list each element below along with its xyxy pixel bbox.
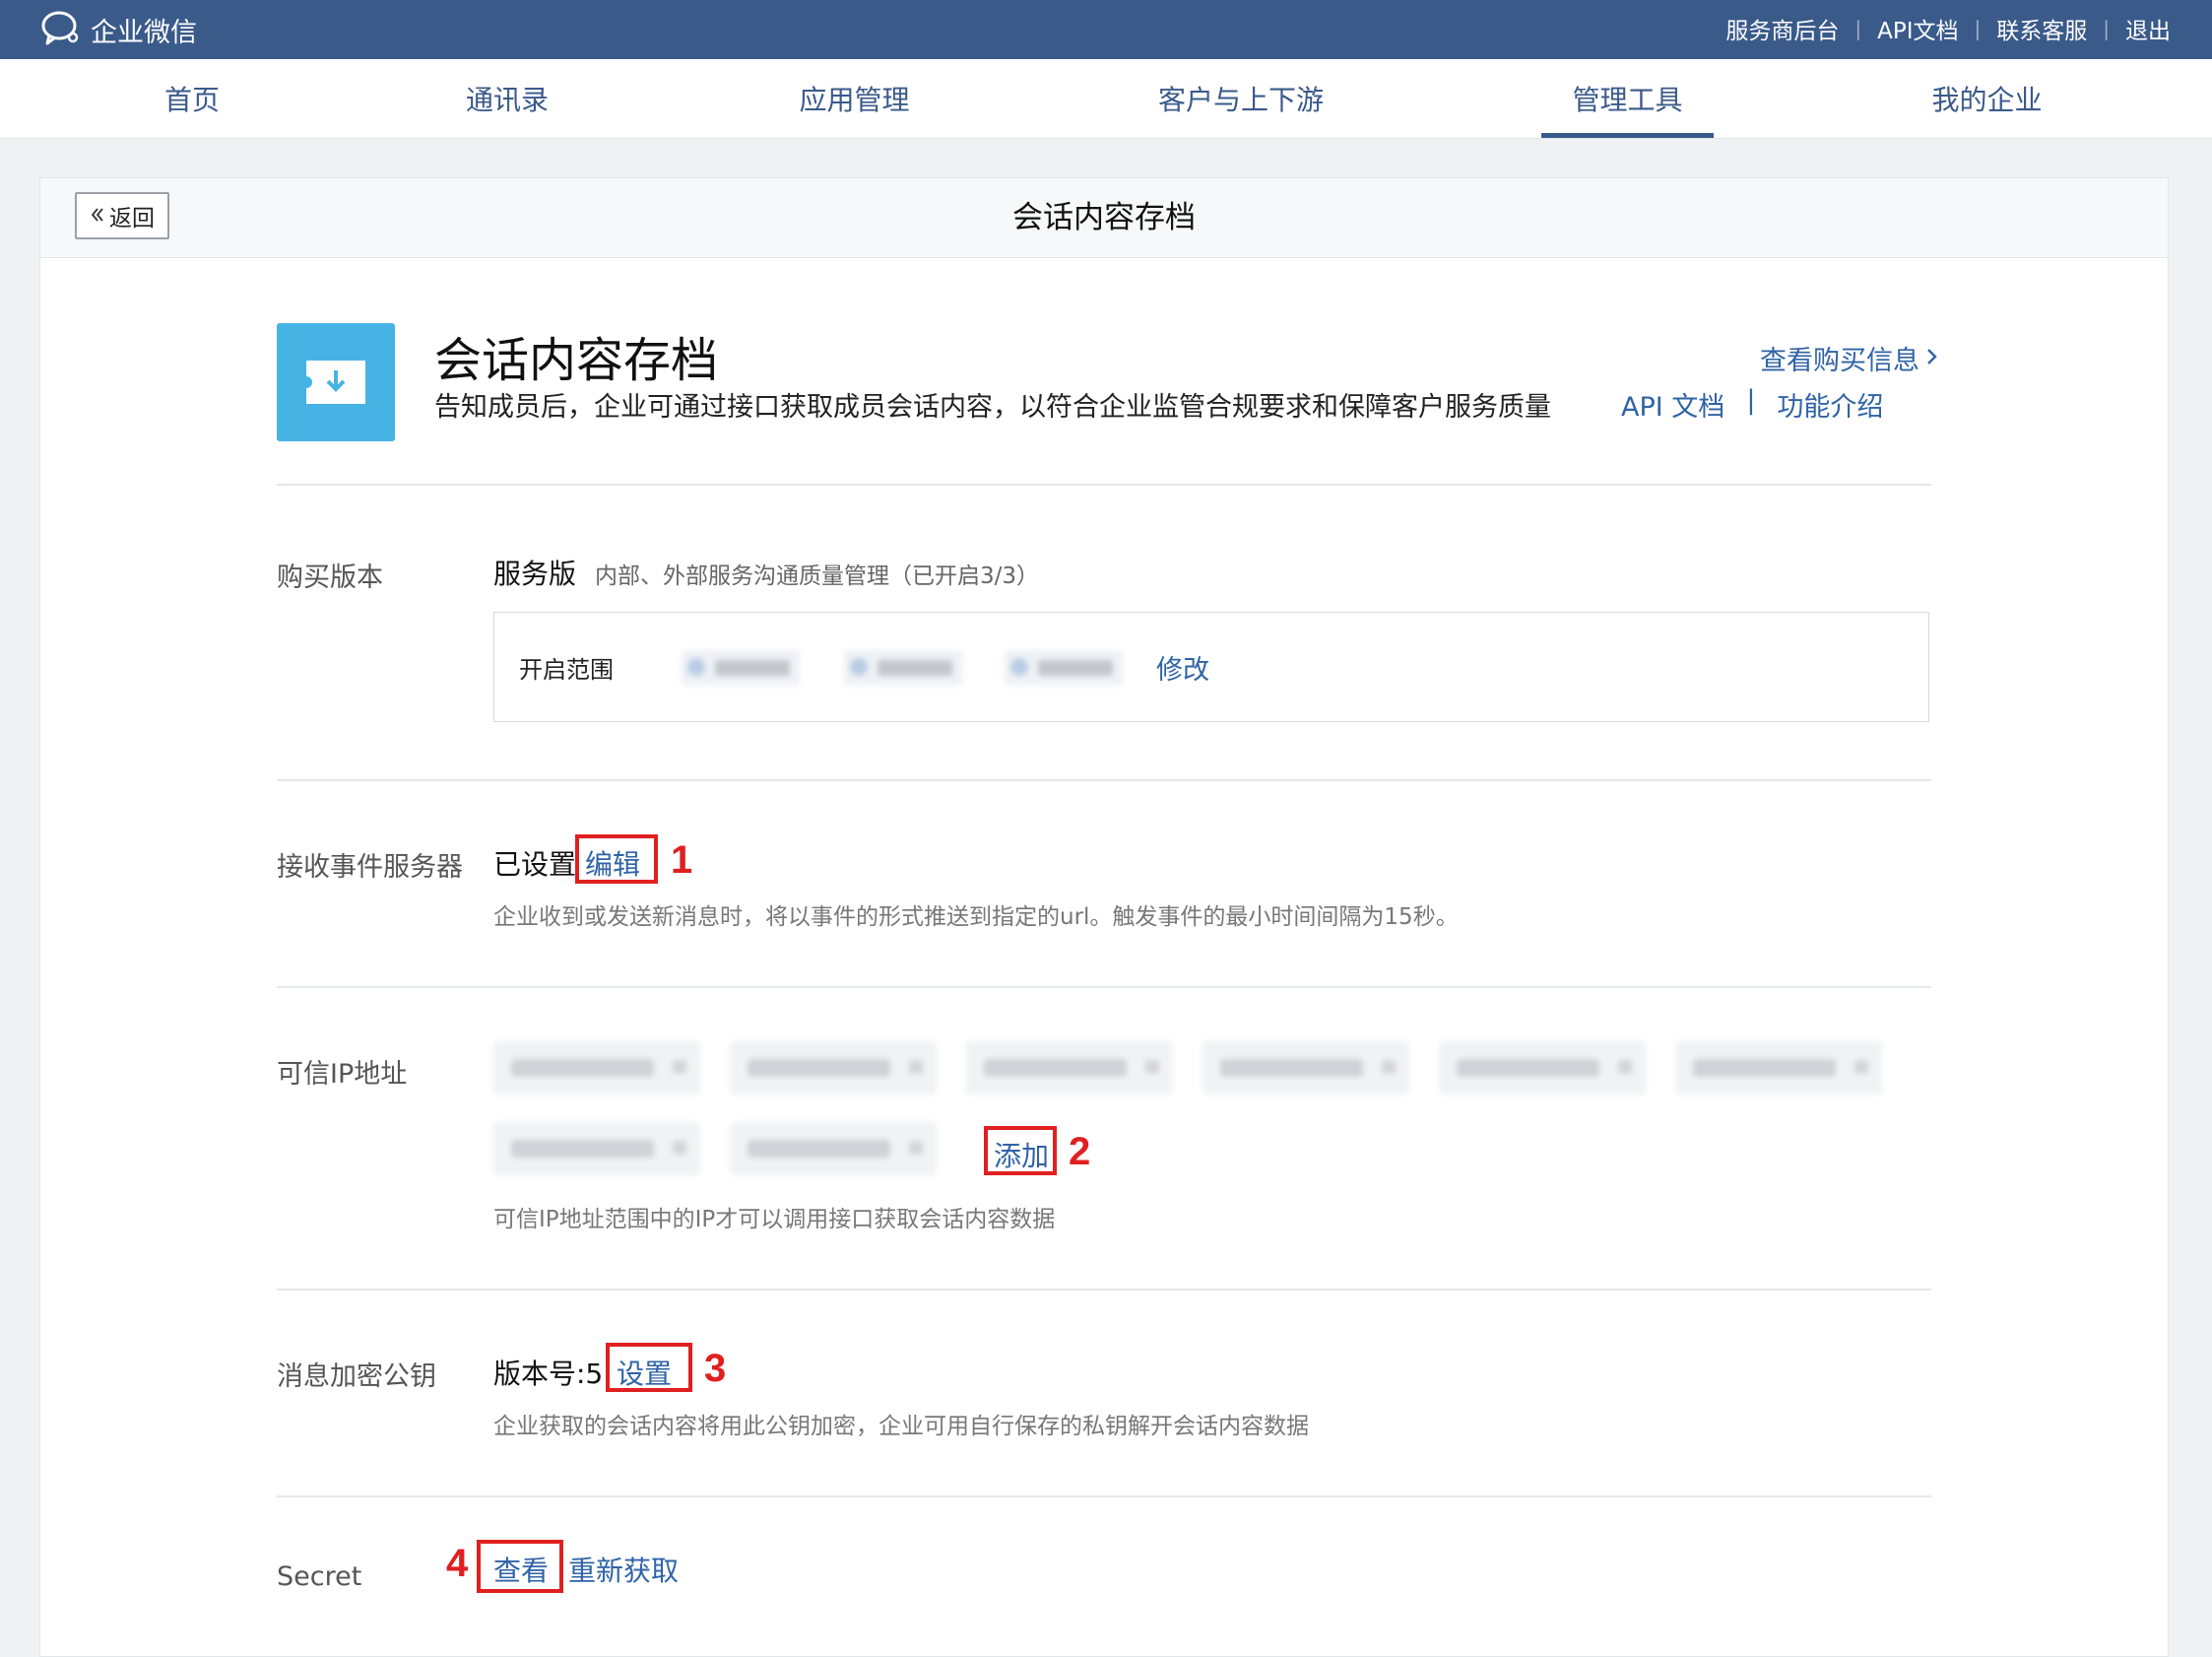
annotation-number: 4 xyxy=(446,1542,469,1585)
content-card: 会话内容存档 返回 会话内容存档 告知成员后，企业可通过接口获取成员会话内容，以… xyxy=(39,177,2169,1657)
provider-console-link[interactable]: 服务商后台 xyxy=(1725,12,1839,45)
brand-name: 企业微信 xyxy=(91,17,197,48)
nav-home[interactable]: 首页 xyxy=(138,59,246,138)
wecom-logo-icon xyxy=(39,8,83,51)
api-doc-link[interactable]: API 文档 xyxy=(1621,385,1724,424)
app-description: 告知成员后，企业可通过接口获取成员会话内容，以符合企业监管合规要求和保障客户服务… xyxy=(434,392,1551,423)
enable-range-label: 开启范围 xyxy=(519,656,614,684)
edition-description: 内部、外部服务沟通质量管理（已开启3/3） xyxy=(595,563,1040,589)
divider xyxy=(277,1289,1931,1291)
pubkey-label: 消息加密公钥 xyxy=(277,1361,436,1392)
top-link-separator: | xyxy=(1854,17,1862,40)
divider xyxy=(277,1495,1931,1497)
contact-support-link[interactable]: 联系客服 xyxy=(1996,12,2087,45)
annotation-box xyxy=(984,1126,1057,1175)
refresh-secret-link[interactable]: 重新获取 xyxy=(568,1550,679,1589)
event-server-description: 企业收到或发送新消息时，将以事件的形式推送到指定的url。触发事件的最小时间间隔… xyxy=(493,904,1459,930)
blurred-ip-tag xyxy=(493,1122,700,1175)
blurred-member-tag xyxy=(1005,650,1123,686)
pubkey-version: 版本号:5 xyxy=(493,1358,604,1390)
trusted-ip-description: 可信IP地址范围中的IP才可以调用接口获取会话内容数据 xyxy=(493,1207,1056,1232)
archive-app-icon xyxy=(277,323,395,441)
brand[interactable]: 企业微信 xyxy=(39,8,197,51)
doc-links: API 文档 | 功能介绍 xyxy=(1621,385,1883,424)
nav-contacts[interactable]: 通讯录 xyxy=(448,59,566,138)
top-link-separator: | xyxy=(1974,17,1982,40)
blurred-ip-tag xyxy=(730,1041,937,1094)
card-header: 会话内容存档 返回 xyxy=(40,178,2168,258)
feature-intro-link[interactable]: 功能介绍 xyxy=(1777,385,1883,424)
annotation-number: 3 xyxy=(704,1347,727,1390)
blurred-ip-tag xyxy=(493,1041,700,1094)
modify-range-link[interactable]: 修改 xyxy=(1156,648,1209,687)
divider xyxy=(277,779,1931,781)
blurred-ip-tag xyxy=(1439,1041,1646,1094)
main-nav: 首页 通讯录 应用管理 客户与上下游 管理工具 我的企业 xyxy=(0,59,2212,139)
doc-link-separator: | xyxy=(1746,385,1756,416)
annotation-box xyxy=(606,1343,692,1392)
page-title: 会话内容存档 xyxy=(1012,200,1196,235)
secret-label: Secret xyxy=(277,1561,362,1592)
nav-customers[interactable]: 客户与上下游 xyxy=(1147,59,1334,138)
top-bar: 企业微信 服务商后台 | API文档 | 联系客服 | 退出 xyxy=(0,0,2212,59)
chevron-right-icon xyxy=(1925,343,1939,373)
annotation-box xyxy=(575,834,658,884)
pubkey-description: 企业获取的会话内容将用此公钥加密，企业可用自行保存的私钥解开会话内容数据 xyxy=(493,1414,1309,1439)
api-docs-link[interactable]: API文档 xyxy=(1877,12,1958,45)
annotation-box xyxy=(477,1540,563,1593)
nav-app-management[interactable]: 应用管理 xyxy=(788,59,921,138)
app-title: 会话内容存档 xyxy=(434,333,719,388)
enable-range-box: 开启范围 修改 xyxy=(493,612,1929,722)
nav-my-enterprise[interactable]: 我的企业 xyxy=(1916,59,2058,138)
divider xyxy=(277,986,1931,988)
nav-management-tools[interactable]: 管理工具 xyxy=(1541,59,1714,138)
top-link-separator: | xyxy=(2103,17,2110,40)
trusted-ip-label: 可信IP地址 xyxy=(277,1059,408,1090)
back-button[interactable]: 返回 xyxy=(75,192,169,239)
purchase-version-label: 购买版本 xyxy=(277,563,383,593)
purchase-link-label: 查看购买信息 xyxy=(1760,346,1919,376)
blurred-member-tag xyxy=(682,650,800,686)
blurred-member-tag xyxy=(844,650,962,686)
divider xyxy=(277,484,1931,486)
blurred-ip-tag xyxy=(966,1041,1173,1094)
blurred-ip-tag xyxy=(1203,1041,1409,1094)
edition-name: 服务版 xyxy=(493,558,577,590)
annotation-number: 2 xyxy=(1069,1130,1091,1173)
double-chevron-left-icon xyxy=(90,203,105,229)
blurred-ip-tag xyxy=(730,1122,937,1175)
annotation-number: 1 xyxy=(671,838,693,882)
event-server-label: 接收事件服务器 xyxy=(277,852,463,883)
view-purchase-info-link[interactable]: 查看购买信息 xyxy=(1760,339,1939,377)
event-server-status: 已设置 xyxy=(493,848,577,881)
blurred-ip-tag xyxy=(1675,1041,1882,1094)
back-label: 返回 xyxy=(109,206,155,232)
top-links: 服务商后台 | API文档 | 联系客服 | 退出 xyxy=(1725,0,2171,57)
logout-link[interactable]: 退出 xyxy=(2125,12,2171,45)
